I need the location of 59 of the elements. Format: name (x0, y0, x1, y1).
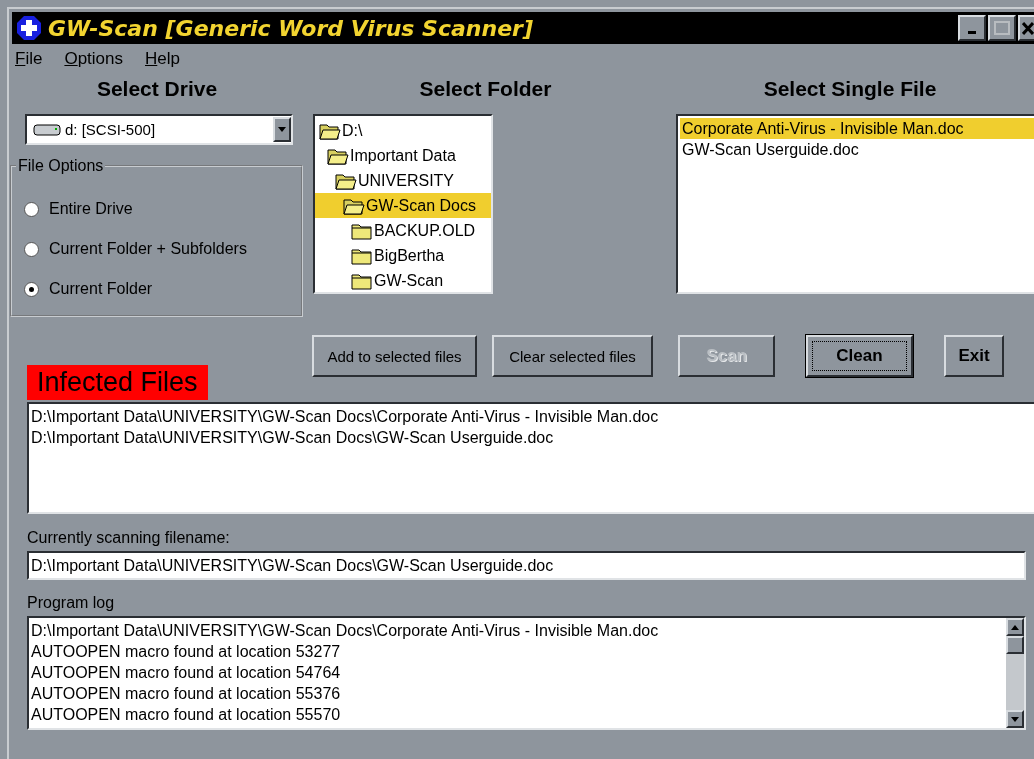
scroll-thumb[interactable] (1006, 636, 1024, 654)
exit-button[interactable]: Exit (944, 335, 1004, 377)
minimize-button[interactable] (958, 15, 986, 41)
log-line: D:\Important Data\UNIVERSITY\GW-Scan Docs\Corporate Anti-Virus - Invisible Man.doc (31, 621, 660, 641)
tree-item[interactable]: GW-Scan (315, 268, 491, 292)
list-item[interactable]: D:\Important Data\UNIVERSITY\GW-Scan Docs\GW-Scan Userguide.doc (31, 427, 1034, 448)
drive-dropdown[interactable]: d: [SCSI-500] (25, 114, 293, 145)
radio-button[interactable] (24, 281, 39, 297)
section-heading: Select Folder (418, 76, 553, 102)
maximize-icon (994, 21, 1010, 35)
scrollbar[interactable] (1006, 618, 1024, 728)
window-title: GW-Scan [Generic Word Virus Scanner] (48, 15, 533, 41)
log-line: AUTOOPEN macro found at location 54764 (31, 663, 342, 683)
group-label: File Options (17, 157, 105, 175)
open-folder-icon (335, 171, 357, 190)
radio-button[interactable] (24, 241, 39, 257)
radio-label: Current Folder + Subfolders (49, 240, 247, 258)
field-label: Currently scanning filename: (27, 529, 231, 547)
list-item[interactable]: D:\Important Data\UNIVERSITY\GW-Scan Docs\Corporate Anti-Virus - Invisible Man.doc (31, 406, 1034, 427)
menu-item[interactable]: Options (64, 49, 123, 69)
infected-files-heading: Infected Files (27, 365, 208, 400)
log-line: AUTOOPEN macro found at location 55376 (31, 684, 342, 704)
radio-label: Entire Drive (49, 200, 133, 218)
document-list-item[interactable]: GW-Scan Userguide.doc (680, 139, 1034, 160)
radio-button[interactable] (24, 201, 39, 217)
scanning-filename-field[interactable]: D:\Important Data\UNIVERSITY\GW-Scan Docs\GW-Scan Userguide.doc (27, 551, 1026, 580)
tree-item[interactable]: BACKUP.OLD (315, 218, 491, 243)
menu-item[interactable]: Help (145, 49, 180, 69)
scroll-down-icon (1011, 716, 1019, 722)
cross-icon (16, 15, 42, 41)
tree-item[interactable]: GW-Scan Docs (315, 193, 491, 218)
open-folder-icon (343, 196, 365, 215)
clear-files-button[interactable]: Clear selected files (492, 335, 653, 377)
dropdown-arrow-icon (278, 127, 286, 132)
minimize-icon (968, 31, 976, 34)
open-folder-icon (327, 146, 349, 165)
clean-button[interactable]: Clean (806, 335, 913, 377)
drive-icon (33, 122, 61, 137)
section-heading: Select Drive (95, 76, 219, 102)
folder-icon (351, 271, 373, 290)
radio-label: Current Folder (49, 280, 153, 298)
tree-item[interactable]: D:\ (315, 118, 491, 143)
close-button[interactable] (1018, 15, 1034, 41)
document-list-item[interactable]: Corporate Anti-Virus - Invisible Man.doc (680, 118, 1034, 139)
menu-item[interactable]: File (15, 49, 43, 69)
folder-icon (351, 221, 373, 240)
open-folder-icon (319, 121, 341, 140)
tree-item[interactable]: UNIVERSITY (315, 168, 491, 193)
close-icon (1022, 21, 1034, 35)
maximize-button[interactable] (988, 15, 1016, 41)
section-heading: Select Single File (762, 76, 938, 102)
field-label: Program log (27, 594, 116, 612)
scroll-up-icon (1011, 624, 1019, 630)
tree-item[interactable]: BigBertha (315, 243, 491, 268)
folder-icon (351, 246, 373, 265)
tree-item[interactable]: Important Data (315, 143, 491, 168)
log-line: AUTOOPEN macro found at location 53277 (31, 642, 342, 662)
add-files-button[interactable]: Add to selected files (312, 335, 477, 377)
log-line: AUTOOPEN macro found at location 55570 (31, 705, 342, 725)
